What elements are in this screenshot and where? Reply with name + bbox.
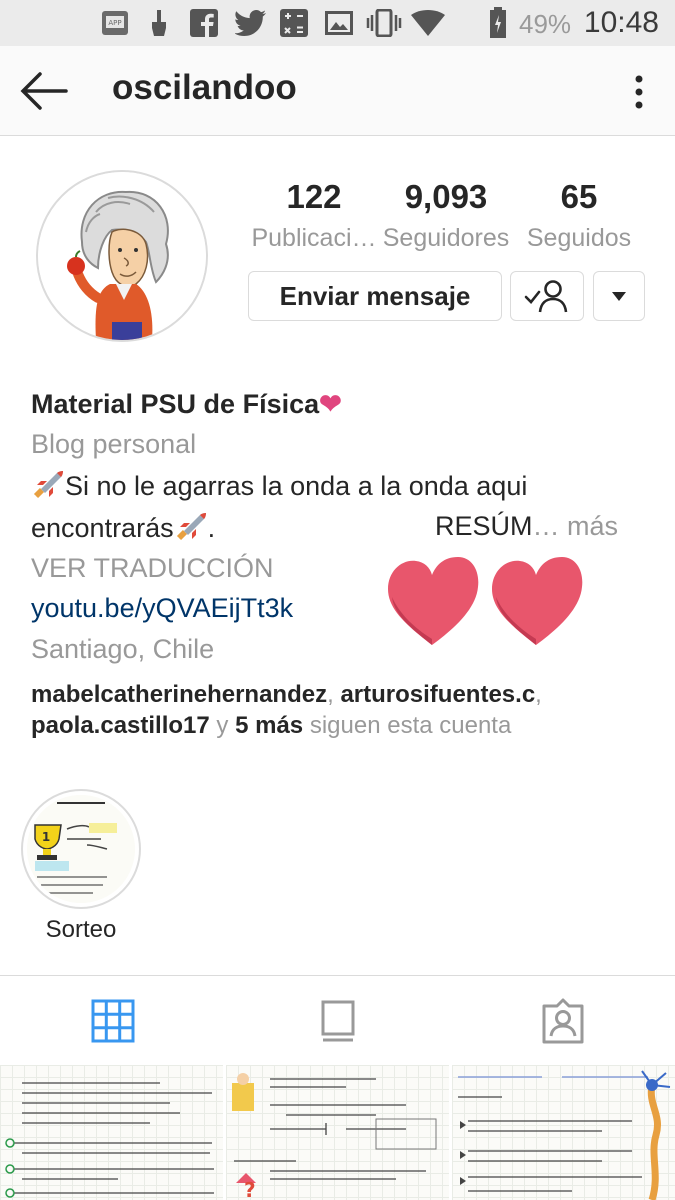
avatar-illustration	[38, 172, 206, 340]
followed-by-suffix: siguen esta cuenta	[309, 712, 512, 739]
clock-time: 10:48	[583, 6, 659, 39]
grid-icon	[91, 999, 134, 1043]
posts-count: 122	[286, 178, 342, 215]
svg-text:APP: APP	[108, 19, 121, 27]
bio-text-line-2-start: encontrarás	[31, 513, 174, 543]
more-link[interactable]: … más	[533, 511, 619, 541]
follower-link-3[interactable]: paola.castillo17	[31, 712, 210, 739]
highlight-cover: 1	[27, 795, 135, 903]
profile-tab-bar	[0, 975, 675, 1065]
back-arrow-icon	[20, 72, 68, 110]
followers-label: Seguidores	[382, 224, 510, 252]
profile-category: Blog personal	[31, 429, 197, 459]
svg-text:?: ?	[244, 1178, 256, 1200]
rocket-icon	[174, 511, 208, 548]
more-options-button[interactable]	[624, 72, 654, 112]
heart-emoji: ❤	[319, 389, 342, 419]
following-person-check-icon	[524, 280, 568, 313]
posts-grid: ?	[0, 1065, 675, 1200]
follower-link-1[interactable]: mabelcatherinehernandez	[31, 681, 327, 708]
profile-avatar[interactable]	[36, 170, 208, 342]
follower-link-2[interactable]: arturosifuentes.c	[340, 681, 535, 708]
tab-tagged-view[interactable]	[450, 976, 675, 1066]
vibrate-icon	[366, 8, 402, 38]
website-link[interactable]: youtu.be/yQVAEijTt3k	[31, 593, 293, 624]
wifi-icon	[411, 8, 445, 38]
tab-grid-view[interactable]	[0, 976, 225, 1066]
full-name-text: Material PSU de Física	[31, 389, 320, 419]
svg-text:1: 1	[42, 830, 50, 844]
followers-count: 9,093	[404, 178, 488, 215]
bio-text-line-2: encontrarás .	[31, 511, 215, 548]
bio-text-line-1-text: Si no le agarras la onda a la onda aqui	[65, 471, 528, 501]
bio-truncated: RESÚM… más	[435, 511, 618, 542]
more-vertical-icon	[635, 75, 643, 109]
profile-username: oscilandoo	[112, 68, 297, 107]
bio-truncated-text: RESÚM	[435, 511, 533, 541]
stat-followers[interactable]: 9,093 Seguidores	[380, 178, 512, 253]
posts-label: Publicaci…	[251, 224, 377, 252]
see-translation-link[interactable]: VER TRADUCCIÓN	[31, 553, 274, 584]
gallery-icon: APP	[100, 8, 130, 38]
bio-text-line-2-end: .	[207, 513, 216, 543]
status-bar: APP 49% 10:48	[0, 0, 675, 46]
tagged-person-icon	[542, 998, 583, 1044]
bio-text-line-1: Si no le agarras la onda a la onda aqui	[31, 469, 527, 506]
brush-icon	[146, 8, 172, 38]
app-header: oscilandoo	[0, 46, 675, 136]
stat-posts[interactable]: 122 Publicaci…	[248, 178, 380, 253]
highlight-label: Sorteo	[45, 916, 117, 943]
calculator-icon	[279, 8, 309, 38]
send-message-button[interactable]: Enviar mensaje	[248, 271, 502, 321]
image-icon	[325, 8, 353, 38]
rocket-icon	[31, 469, 65, 506]
following-label: Seguidos	[526, 224, 632, 252]
caret-down-icon	[612, 292, 626, 301]
tab-feed-view[interactable]	[225, 976, 450, 1066]
profile-full-name: Material PSU de Física❤	[31, 389, 342, 420]
back-button[interactable]	[18, 68, 70, 114]
location-text[interactable]: Santiago, Chile	[31, 634, 214, 665]
followed-by-line-2: paola.castillo17 y 5 más siguen esta cue…	[31, 712, 511, 740]
followed-by-line-1: mabelcatherinehernandez, arturosifuentes…	[31, 681, 542, 708]
story-highlight[interactable]: 1	[21, 789, 141, 909]
suggestions-dropdown-button[interactable]	[593, 271, 645, 321]
battery-percent: 49%	[519, 9, 572, 39]
twitter-icon	[235, 8, 267, 38]
followers-others-link[interactable]: 5 más	[235, 712, 303, 739]
stat-following[interactable]: 65 Seguidos	[515, 178, 643, 253]
hearts-decoration	[386, 555, 586, 647]
post-thumbnail[interactable]	[0, 1065, 223, 1200]
post-thumbnail[interactable]: ?	[226, 1065, 449, 1200]
post-thumbnail[interactable]	[452, 1065, 675, 1200]
facebook-icon	[190, 8, 218, 38]
battery-icon	[489, 7, 507, 38]
following-count: 65	[560, 178, 598, 215]
following-button[interactable]	[510, 271, 584, 321]
followed-by-connector: y	[216, 712, 229, 739]
feed-list-icon	[321, 1000, 354, 1042]
